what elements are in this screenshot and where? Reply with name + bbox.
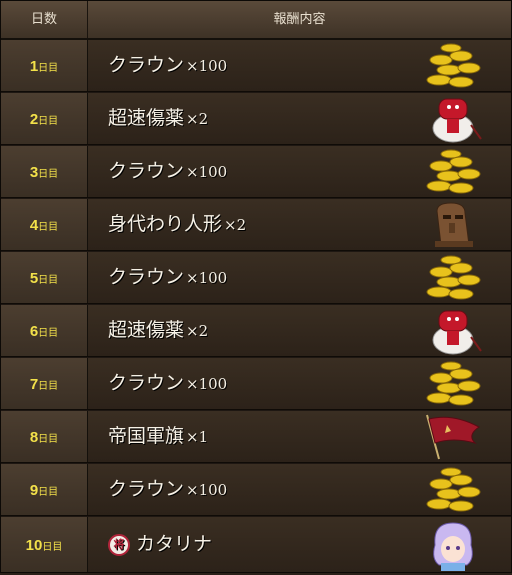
gold-coins-icon [426, 255, 481, 300]
gold-coins-icon [426, 149, 481, 194]
day-cell: 9日目 [1, 464, 88, 515]
day-cell: 2日目 [1, 93, 88, 144]
day-unit: 日目 [38, 222, 59, 233]
reward-quantity: ×1 [186, 428, 209, 446]
reward-quantity: ×100 [186, 57, 228, 75]
day-unit: 日目 [38, 116, 59, 127]
day-number: 4 [29, 217, 39, 234]
reward-quantity: ×100 [186, 163, 228, 181]
day-number: 9 [29, 482, 39, 499]
day-cell: 1日目 [1, 40, 88, 91]
reward-label: 帝国軍旗 ×1 [108, 411, 208, 462]
reward-label: クラウン ×100 [108, 40, 227, 91]
day-number: 5 [29, 270, 39, 287]
day-number: 7 [29, 376, 39, 393]
day-cell: 6日目 [1, 305, 88, 356]
reward-item-name: 超速傷薬 [108, 319, 185, 341]
reward-cell: 超速傷薬 ×2 [88, 93, 511, 144]
reward-cell: 超速傷薬 ×2 [88, 305, 511, 356]
reward-cell: クラウン ×100 [88, 146, 511, 197]
day-unit: 日目 [38, 381, 59, 392]
reward-label: クラウン ×100 [108, 252, 227, 303]
table-row: 7日目 クラウン ×100 [1, 358, 511, 410]
day-cell: 7日目 [1, 358, 88, 409]
reward-label: 超速傷薬 ×2 [108, 93, 208, 144]
reward-cell: クラウン ×100 [88, 252, 511, 303]
reward-table: 日数 報酬内容 1日目 クラウン ×100 2日目 超速傷薬 ×2 3日目 クラウン… [0, 0, 512, 573]
general-badge: 将 [108, 534, 130, 556]
reward-cell: 帝国軍旗 ×1 [88, 411, 511, 462]
day-cell: 8日目 [1, 411, 88, 462]
reward-quantity: ×2 [224, 216, 247, 234]
day-unit: 日目 [38, 328, 59, 339]
reward-item-name: カタリナ [136, 533, 213, 555]
reward-label: クラウン ×100 [108, 358, 227, 409]
potion-jar-icon [432, 310, 482, 355]
reward-item-name: クラウン [108, 478, 185, 500]
stone-doll-icon [435, 202, 473, 247]
gold-coins-icon [426, 467, 481, 512]
day-number: 2 [29, 111, 39, 128]
reward-quantity: ×2 [186, 110, 209, 128]
reward-item-name: クラウン [108, 54, 185, 76]
day-number: 8 [29, 429, 39, 446]
day-unit: 日目 [38, 169, 59, 180]
table-row: 6日目 超速傷薬 ×2 [1, 305, 511, 357]
reward-quantity: ×100 [186, 269, 228, 287]
imperial-banner-icon [426, 414, 480, 460]
reward-cell: クラウン ×100 [88, 358, 511, 409]
day-cell: 3日目 [1, 146, 88, 197]
day-cell: 5日目 [1, 252, 88, 303]
table-row: 2日目 超速傷薬 ×2 [1, 93, 511, 145]
day-number: 10 [25, 537, 43, 554]
day-cell: 4日目 [1, 199, 88, 250]
day-unit: 日目 [38, 63, 59, 74]
reward-cell: 将カタリナ [88, 517, 511, 572]
reward-label: クラウン ×100 [108, 146, 227, 197]
reward-cell: クラウン ×100 [88, 40, 511, 91]
table-row: 8日目 帝国軍旗 ×1 [1, 411, 511, 463]
day-number: 3 [29, 164, 39, 181]
table-row: 10日目 将カタリナ [1, 517, 511, 572]
reward-item-name: 身代わり人形 [108, 213, 223, 235]
reward-item-name: 帝国軍旗 [108, 425, 185, 447]
day-unit: 日目 [38, 275, 59, 286]
table-row: 3日目 クラウン ×100 [1, 146, 511, 198]
reward-item-name: 超速傷薬 [108, 107, 185, 129]
reward-quantity: ×2 [186, 322, 209, 340]
table-row: 1日目 クラウン ×100 [1, 40, 511, 92]
reward-quantity: ×100 [186, 481, 228, 499]
day-number: 1 [29, 58, 39, 75]
reward-quantity: ×100 [186, 375, 228, 393]
table-row: 5日目 クラウン ×100 [1, 252, 511, 304]
reward-item-name: クラウン [108, 372, 185, 394]
reward-label: クラウン ×100 [108, 464, 227, 515]
table-header: 日数 報酬内容 [1, 1, 511, 40]
table-row: 4日目 身代わり人形 ×2 [1, 199, 511, 251]
reward-label: 将カタリナ [108, 517, 212, 572]
reward-cell: クラウン ×100 [88, 464, 511, 515]
character-portrait-icon [433, 522, 473, 571]
reward-label: 超速傷薬 ×2 [108, 305, 208, 356]
reward-label: 身代わり人形 ×2 [108, 199, 246, 250]
reward-item-name: クラウン [108, 266, 185, 288]
day-unit: 日目 [42, 542, 63, 553]
gold-coins-icon [426, 43, 481, 88]
day-column-header: 日数 [1, 1, 88, 38]
gold-coins-icon [426, 361, 481, 406]
day-unit: 日目 [38, 487, 59, 498]
reward-item-name: クラウン [108, 160, 185, 182]
reward-column-header: 報酬内容 [273, 12, 326, 27]
day-cell: 10日目 [1, 517, 88, 572]
day-number: 6 [29, 323, 39, 340]
potion-jar-icon [432, 98, 482, 143]
day-unit: 日目 [38, 434, 59, 445]
table-row: 9日目 クラウン ×100 [1, 464, 511, 516]
reward-cell: 身代わり人形 ×2 [88, 199, 511, 250]
